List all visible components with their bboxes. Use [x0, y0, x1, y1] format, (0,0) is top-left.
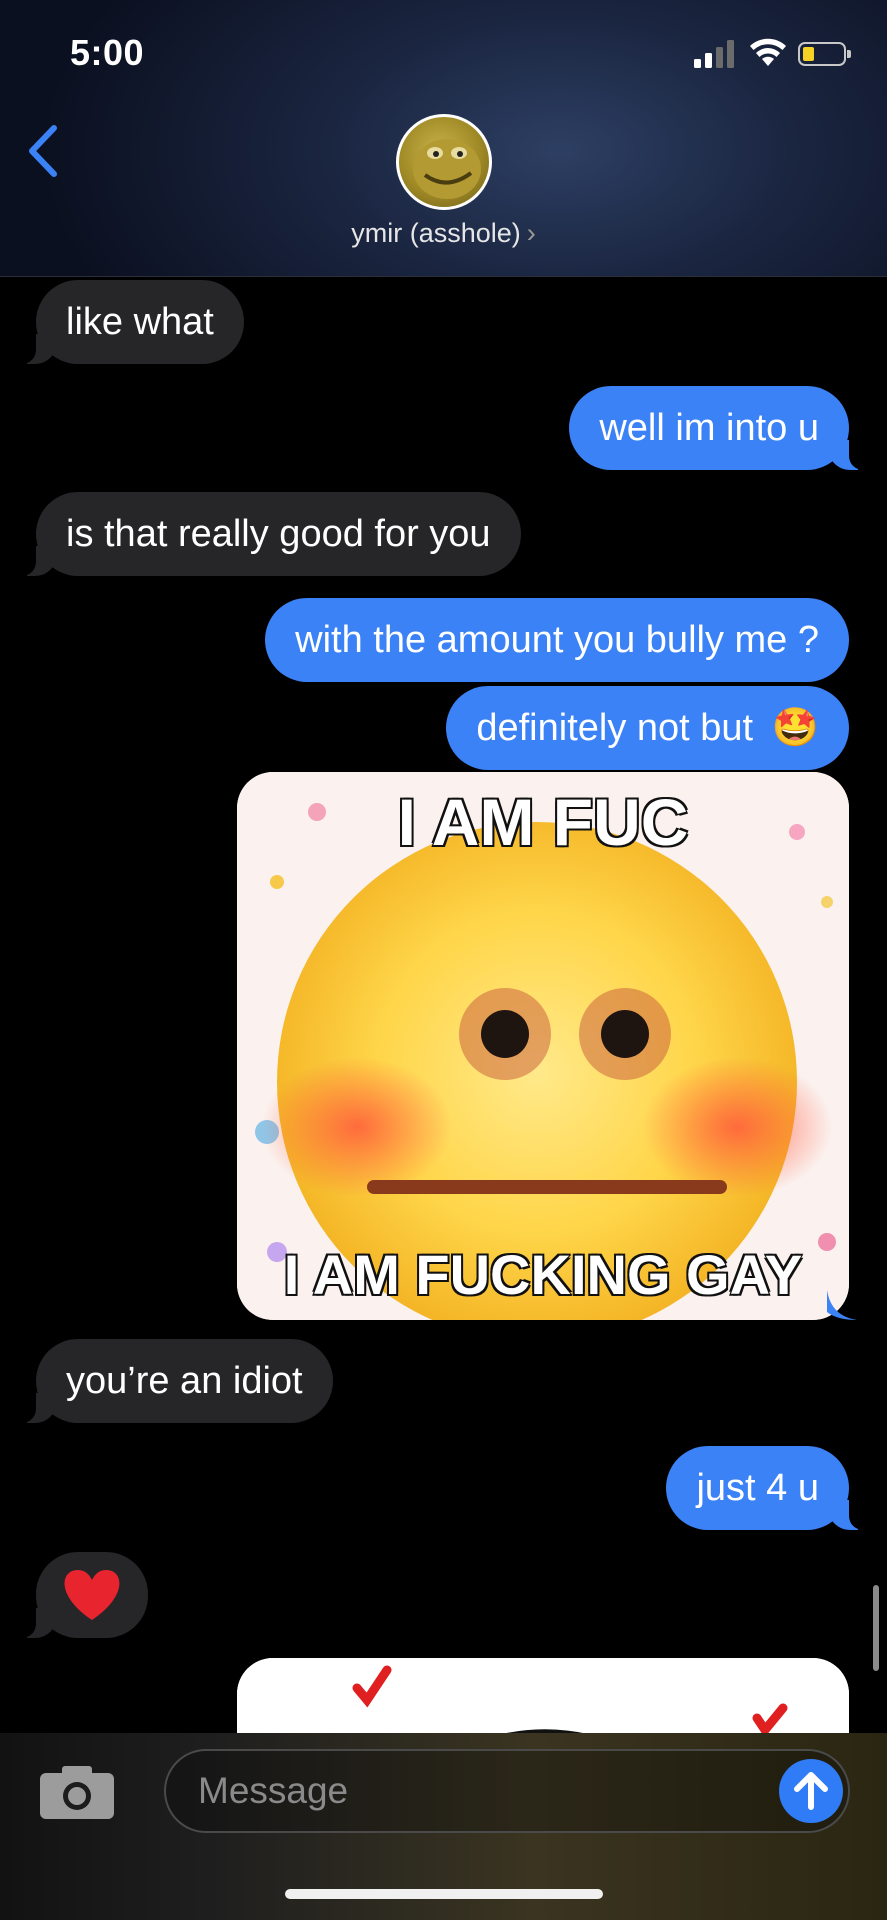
- send-button[interactable]: [779, 1759, 843, 1823]
- message-text: like what: [66, 301, 214, 343]
- chevron-right-icon: ›: [526, 218, 536, 248]
- message-text: definitely not but: [476, 707, 754, 749]
- message-input[interactable]: Message: [164, 1749, 850, 1833]
- message-text: just 4 u: [696, 1467, 819, 1509]
- home-indicator[interactable]: [285, 1889, 603, 1899]
- message-bubble-incoming[interactable]: you’re an idiot: [14, 1339, 333, 1423]
- avatar-face-image: [413, 139, 481, 199]
- scrollbar[interactable]: [873, 1585, 879, 1671]
- contact-name: ymir (asshole): [351, 218, 521, 248]
- meme-caption-bottom: I AM FUCKING GAY: [283, 1242, 804, 1307]
- star-struck-emoji: 🤩: [771, 707, 819, 749]
- message-text: is that really good for you: [66, 513, 491, 555]
- message-bubble-incoming[interactable]: [14, 1552, 148, 1638]
- contact-avatar[interactable]: [396, 114, 492, 210]
- status-time: 5:00: [70, 32, 145, 73]
- heart-emoji-icon: [64, 1570, 120, 1620]
- message-text: with the amount you bully me ?: [295, 619, 819, 661]
- message-bubble-outgoing[interactable]: well im into u: [569, 386, 871, 470]
- back-button[interactable]: [26, 124, 62, 178]
- wifi-icon: [750, 38, 786, 66]
- battery-level: [803, 47, 814, 61]
- send-arrow-icon: [794, 1772, 828, 1810]
- meme-caption-top: I AM FUC: [397, 784, 690, 860]
- battery-icon: [798, 42, 851, 66]
- message-composer: Message: [0, 1733, 887, 1920]
- image-message[interactable]: I AM FUC I AM FUCKING GAY: [237, 772, 849, 1320]
- message-bubble-outgoing[interactable]: with the amount you bully me ?: [265, 598, 849, 682]
- contact-name-button[interactable]: ymir (asshole) ›: [0, 218, 887, 249]
- camera-icon[interactable]: [38, 1763, 116, 1821]
- conversation-header: 5:00 ymir (asshole) ›: [0, 0, 887, 277]
- signal-icon: [694, 40, 734, 68]
- message-bubble-incoming[interactable]: is that really good for you: [14, 492, 521, 576]
- message-bubble-incoming[interactable]: like what: [14, 280, 244, 364]
- message-bubble-outgoing[interactable]: just 4 u: [666, 1446, 871, 1530]
- image-tail: [827, 1290, 863, 1320]
- message-text: you’re an idiot: [66, 1360, 303, 1402]
- message-bubble-outgoing[interactable]: definitely not but 🤩: [446, 686, 849, 770]
- message-input-placeholder: Message: [198, 1770, 349, 1811]
- message-text: well im into u: [599, 407, 819, 449]
